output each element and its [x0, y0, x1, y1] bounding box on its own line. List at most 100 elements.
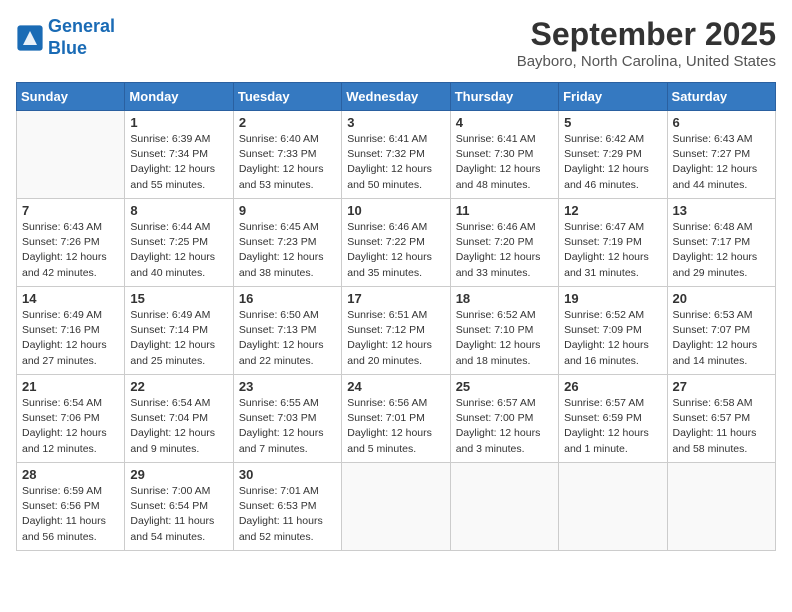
calendar-cell: 13 Sunrise: 6:48 AMSunset: 7:17 PMDayligh…: [667, 199, 775, 287]
day-info: Sunrise: 6:52 AMSunset: 7:09 PMDaylight:…: [564, 308, 661, 369]
logo-line1: General: [48, 16, 115, 36]
page-header: General Blue September 2025 Bayboro, Nor…: [16, 16, 776, 70]
weekday-header: Tuesday: [233, 83, 341, 111]
weekday-header: Thursday: [450, 83, 558, 111]
day-info: Sunrise: 6:48 AMSunset: 7:17 PMDaylight:…: [673, 220, 770, 281]
calendar-cell: 15 Sunrise: 6:49 AMSunset: 7:14 PMDayligh…: [125, 287, 233, 375]
day-info: Sunrise: 6:55 AMSunset: 7:03 PMDaylight:…: [239, 396, 336, 457]
title-section: September 2025 Bayboro, North Carolina, …: [517, 16, 776, 70]
calendar-cell: 25Sunrise: 6:57 AMSunset: 7:00 PMDayligh…: [450, 375, 558, 463]
day-number: 6: [673, 115, 770, 130]
calendar-cell: 11 Sunrise: 6:46 AMSunset: 7:20 PMDayligh…: [450, 199, 558, 287]
calendar-cell: 18 Sunrise: 6:52 AMSunset: 7:10 PMDayligh…: [450, 287, 558, 375]
day-info: Sunrise: 6:54 AMSunset: 7:04 PMDaylight:…: [130, 396, 227, 457]
day-number: 24: [347, 379, 444, 394]
day-info: Sunrise: 6:41 AMSunset: 7:30 PMDaylight:…: [456, 132, 553, 193]
day-number: 1: [130, 115, 227, 130]
day-number: 25: [456, 379, 553, 394]
calendar-cell: 10 Sunrise: 6:46 AMSunset: 7:22 PMDayligh…: [342, 199, 450, 287]
day-number: 15: [130, 291, 227, 306]
day-number: 22: [130, 379, 227, 394]
calendar-cell: 21Sunrise: 6:54 AMSunset: 7:06 PMDayligh…: [17, 375, 125, 463]
day-number: 18: [456, 291, 553, 306]
calendar-cell: 20 Sunrise: 6:53 AMSunset: 7:07 PMDayligh…: [667, 287, 775, 375]
day-info: Sunrise: 6:49 AMSunset: 7:14 PMDaylight:…: [130, 308, 227, 369]
day-info: Sunrise: 6:44 AMSunset: 7:25 PMDaylight:…: [130, 220, 227, 281]
day-info: Sunrise: 6:39 AMSunset: 7:34 PMDaylight:…: [130, 132, 227, 193]
day-number: 13: [673, 203, 770, 218]
calendar-cell: 14Sunrise: 6:49 AMSunset: 7:16 PMDayligh…: [17, 287, 125, 375]
day-number: 20: [673, 291, 770, 306]
day-info: Sunrise: 6:46 AMSunset: 7:22 PMDaylight:…: [347, 220, 444, 281]
day-number: 29: [130, 467, 227, 482]
calendar-week-row: 7Sunrise: 6:43 AMSunset: 7:26 PMDaylight…: [17, 199, 776, 287]
calendar-cell: 4 Sunrise: 6:41 AMSunset: 7:30 PMDaylight…: [450, 111, 558, 199]
day-info: Sunrise: 6:50 AMSunset: 7:13 PMDaylight:…: [239, 308, 336, 369]
calendar-cell: 17Sunrise: 6:51 AMSunset: 7:12 PMDayligh…: [342, 287, 450, 375]
day-number: 27: [673, 379, 770, 394]
day-info: Sunrise: 6:59 AMSunset: 6:56 PMDaylight:…: [22, 484, 119, 545]
calendar-cell: [342, 463, 450, 551]
day-info: Sunrise: 6:52 AMSunset: 7:10 PMDaylight:…: [456, 308, 553, 369]
day-info: Sunrise: 6:43 AMSunset: 7:27 PMDaylight:…: [673, 132, 770, 193]
calendar-cell: 9Sunrise: 6:45 AMSunset: 7:23 PMDaylight…: [233, 199, 341, 287]
calendar-week-row: 21Sunrise: 6:54 AMSunset: 7:06 PMDayligh…: [17, 375, 776, 463]
month-title: September 2025: [517, 16, 776, 53]
calendar-cell: 1 Sunrise: 6:39 AMSunset: 7:34 PMDaylight…: [125, 111, 233, 199]
calendar-week-row: 1 Sunrise: 6:39 AMSunset: 7:34 PMDaylight…: [17, 111, 776, 199]
weekday-header: Friday: [559, 83, 667, 111]
day-number: 3: [347, 115, 444, 130]
day-info: Sunrise: 6:47 AMSunset: 7:19 PMDaylight:…: [564, 220, 661, 281]
calendar-cell: 2Sunrise: 6:40 AMSunset: 7:33 PMDaylight…: [233, 111, 341, 199]
day-number: 4: [456, 115, 553, 130]
calendar-cell: 19 Sunrise: 6:52 AMSunset: 7:09 PMDayligh…: [559, 287, 667, 375]
calendar-cell: 26 Sunrise: 6:57 AMSunset: 6:59 PMDayligh…: [559, 375, 667, 463]
day-info: Sunrise: 6:56 AMSunset: 7:01 PMDaylight:…: [347, 396, 444, 457]
day-info: Sunrise: 7:01 AMSunset: 6:53 PMDaylight:…: [239, 484, 336, 545]
day-info: Sunrise: 6:41 AMSunset: 7:32 PMDaylight:…: [347, 132, 444, 193]
weekday-header: Saturday: [667, 83, 775, 111]
calendar-cell: 28 Sunrise: 6:59 AMSunset: 6:56 PMDayligh…: [17, 463, 125, 551]
calendar-cell: 7Sunrise: 6:43 AMSunset: 7:26 PMDaylight…: [17, 199, 125, 287]
day-info: Sunrise: 6:43 AMSunset: 7:26 PMDaylight:…: [22, 220, 119, 281]
day-number: 17: [347, 291, 444, 306]
calendar-cell: 22 Sunrise: 6:54 AMSunset: 7:04 PMDayligh…: [125, 375, 233, 463]
day-info: Sunrise: 6:49 AMSunset: 7:16 PMDaylight:…: [22, 308, 119, 369]
calendar-week-row: 28 Sunrise: 6:59 AMSunset: 6:56 PMDayligh…: [17, 463, 776, 551]
day-info: Sunrise: 6:53 AMSunset: 7:07 PMDaylight:…: [673, 308, 770, 369]
day-number: 30: [239, 467, 336, 482]
calendar-cell: 30 Sunrise: 7:01 AMSunset: 6:53 PMDayligh…: [233, 463, 341, 551]
day-number: 28: [22, 467, 119, 482]
calendar-cell: 24 Sunrise: 6:56 AMSunset: 7:01 PMDayligh…: [342, 375, 450, 463]
calendar-cell: 12 Sunrise: 6:47 AMSunset: 7:19 PMDayligh…: [559, 199, 667, 287]
logo: General Blue: [16, 16, 115, 59]
day-info: Sunrise: 6:46 AMSunset: 7:20 PMDaylight:…: [456, 220, 553, 281]
calendar-cell: 5 Sunrise: 6:42 AMSunset: 7:29 PMDaylight…: [559, 111, 667, 199]
day-info: Sunrise: 6:58 AMSunset: 6:57 PMDaylight:…: [673, 396, 770, 457]
calendar-cell: 27 Sunrise: 6:58 AMSunset: 6:57 PMDayligh…: [667, 375, 775, 463]
day-number: 11: [456, 203, 553, 218]
weekday-header: Monday: [125, 83, 233, 111]
day-info: Sunrise: 6:42 AMSunset: 7:29 PMDaylight:…: [564, 132, 661, 193]
calendar-cell: 16 Sunrise: 6:50 AMSunset: 7:13 PMDayligh…: [233, 287, 341, 375]
day-number: 16: [239, 291, 336, 306]
day-number: 10: [347, 203, 444, 218]
weekday-header: Wednesday: [342, 83, 450, 111]
day-info: Sunrise: 6:40 AMSunset: 7:33 PMDaylight:…: [239, 132, 336, 193]
day-number: 19: [564, 291, 661, 306]
calendar-cell: [450, 463, 558, 551]
day-info: Sunrise: 6:54 AMSunset: 7:06 PMDaylight:…: [22, 396, 119, 457]
calendar-cell: 8Sunrise: 6:44 AMSunset: 7:25 PMDaylight…: [125, 199, 233, 287]
day-number: 5: [564, 115, 661, 130]
day-number: 23: [239, 379, 336, 394]
day-info: Sunrise: 6:57 AMSunset: 6:59 PMDaylight:…: [564, 396, 661, 457]
calendar-cell: 3 Sunrise: 6:41 AMSunset: 7:32 PMDaylight…: [342, 111, 450, 199]
calendar-cell: 6 Sunrise: 6:43 AMSunset: 7:27 PMDaylight…: [667, 111, 775, 199]
calendar-cell: [559, 463, 667, 551]
day-info: Sunrise: 6:45 AMSunset: 7:23 PMDaylight:…: [239, 220, 336, 281]
calendar-table: SundayMondayTuesdayWednesdayThursdayFrid…: [16, 82, 776, 551]
day-number: 26: [564, 379, 661, 394]
logo-icon: [16, 24, 44, 52]
day-number: 12: [564, 203, 661, 218]
calendar-cell: [667, 463, 775, 551]
